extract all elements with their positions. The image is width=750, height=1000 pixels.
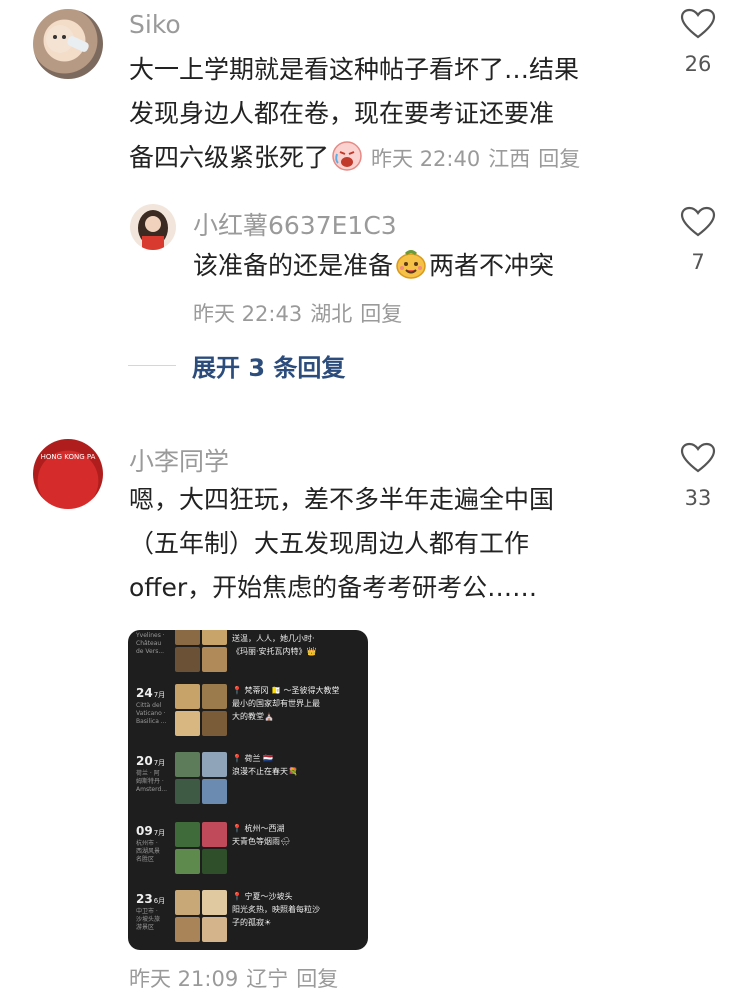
reply-text-part: 两者不冲突 <box>429 251 555 280</box>
timeline-date: 207月 <box>136 754 166 768</box>
timeline-entry: 247月 Città del Vaticano · Basilica ... 📍 梵… <box>128 682 368 748</box>
crying-emoji-icon <box>331 140 363 186</box>
comment-location: 辽宁 <box>246 967 289 991</box>
smiling-bun-emoji-icon <box>395 248 427 294</box>
timeline-entry: 236月 中卫市 · 沙坡头旅 游景区 📍 宁夏～沙坡头 阳光炙热，映照着每粒沙 子的孤… <box>128 888 368 950</box>
avatar[interactable] <box>130 204 176 250</box>
comment-time: 昨天 21:09 <box>129 967 239 991</box>
comment-meta: 昨天 22:40 江西 回复 <box>371 147 588 171</box>
comment-location: 江西 <box>488 147 531 171</box>
attached-image[interactable]: Yvelines · Château de Vers... 送温，人人，她几小时· 《… <box>128 630 368 950</box>
avatar[interactable]: HONG KONG PA <box>33 439 103 509</box>
like-button[interactable]: 33 <box>668 442 728 510</box>
timeline-place: Yvelines · Château de Vers... <box>136 632 165 655</box>
timeline-entry: 207月 荷兰 · 阿姆斯特丹 · Amsterd... 📍 荷兰 🇳🇱 浪漫不止在… <box>128 750 368 816</box>
timeline-date: 236月 <box>136 892 166 906</box>
comment-text-line: 发现身边人都在卷，现在要考证还要准 <box>129 99 555 128</box>
comment-text-line: （五年制）大五发现周边人都有工作 <box>129 529 530 558</box>
comment-meta: 昨天 21:09 辽宁 回复 <box>129 963 346 993</box>
reply-button[interactable]: 回复 <box>538 147 580 171</box>
reply-location: 湖北 <box>310 302 353 326</box>
heart-icon <box>680 8 716 39</box>
timeline-thumbnails <box>175 684 227 736</box>
timeline-date: 097月 <box>136 824 166 838</box>
comment-text: 大一上学期就是看这种帖子看坏了…结果 发现身边人都在卷，现在要考证还要准 备四六… <box>129 48 649 186</box>
comment-author[interactable]: 小李同学 <box>129 442 229 478</box>
reply-button[interactable]: 回复 <box>360 302 402 326</box>
timeline-thumbnails <box>175 752 227 804</box>
timeline-place: 荷兰 · 阿姆斯特丹 · Amsterd... <box>136 770 168 793</box>
comment-author[interactable]: Siko <box>129 10 181 39</box>
baby-photo-icon <box>46 25 89 53</box>
reply-author[interactable]: 小红薯6637E1C3 <box>193 206 397 242</box>
like-count: 33 <box>684 486 712 510</box>
comment-text-line-last: 备四六级紧张死了 昨天 22:40 江西 回复 <box>129 136 649 186</box>
reply-meta: 昨天 22:43 湖北 回复 <box>193 298 410 328</box>
reply-time: 昨天 22:43 <box>193 302 303 326</box>
comment-text-line: 嗯，大四狂玩，差不多半年走遍全中国 <box>129 485 555 514</box>
timeline-date: 247月 <box>136 686 166 700</box>
like-button[interactable]: 7 <box>668 206 728 274</box>
timeline-caption: 送温，人人，她几小时· 《玛丽·安托瓦内特》👑 <box>232 634 317 656</box>
heart-icon <box>680 206 716 237</box>
reply-button[interactable]: 回复 <box>296 967 338 991</box>
comment-time: 昨天 22:40 <box>371 147 481 171</box>
comment-text-line: 备四六级紧张死了 <box>129 143 330 172</box>
timeline-caption: 📍 杭州～西湖 天青色等烟雨🌧 <box>232 824 291 846</box>
comment-siko: Siko 大一上学期就是看这种帖子看坏了…结果 发现身边人都在卷，现在要考证还要… <box>0 0 750 200</box>
timeline-caption: 📍 梵蒂冈 🇻🇦 ～圣彼得大教堂 最小的国家却有世界上最 大的教堂⛪ <box>232 686 340 721</box>
expand-replies-label: 展开 3 条回复 <box>192 354 346 382</box>
like-count: 26 <box>684 52 712 76</box>
heart-icon <box>680 442 716 473</box>
comment-text-line: offer，开始焦虑的备考考研考公…… <box>129 573 538 602</box>
avatar-text: HONG KONG PA <box>40 453 96 461</box>
timeline-thumbnails <box>175 822 227 874</box>
expand-replies-button[interactable]: 展开 3 条回复 <box>128 348 345 383</box>
timeline-thumbnails <box>175 630 227 672</box>
like-count: 7 <box>691 250 705 274</box>
timeline-place: 中卫市 · 沙坡头旅 游景区 <box>136 908 161 931</box>
timeline-caption: 📍 荷兰 🇳🇱 浪漫不止在春天💐 <box>232 754 298 776</box>
comment-text: 嗯，大四狂玩，差不多半年走遍全中国 （五年制）大五发现周边人都有工作 offer… <box>129 478 649 610</box>
timeline-place: 杭州市 · 西湖风景 名胜区 <box>136 840 161 863</box>
reply-text: 该准备的还是准备 两者不冲突 <box>193 244 554 294</box>
timeline-entry: 097月 杭州市 · 西湖风景 名胜区 📍 杭州～西湖 天青色等烟雨🌧 <box>128 820 368 886</box>
comment-xiaoli: HONG KONG PA 小李同学 嗯，大四狂玩，差不多半年走遍全中国 （五年制… <box>0 430 750 1000</box>
reply-text-part: 该准备的还是准备 <box>193 251 394 280</box>
timeline-thumbnails <box>175 890 227 942</box>
divider <box>128 365 176 366</box>
comment-text-line: 大一上学期就是看这种帖子看坏了…结果 <box>129 55 580 84</box>
reply-xiaohongshu: 小红薯6637E1C3 该准备的还是准备 两者不冲突 昨天 22:43 湖北 回复 7 <box>0 200 750 340</box>
timeline-entry: Yvelines · Château de Vers... 送温，人人，她几小时· 《… <box>128 630 368 684</box>
timeline-caption: 📍 宁夏～沙坡头 阳光炙热，映照着每粒沙 子的孤寂☀ <box>232 892 320 927</box>
girl-photo-icon <box>138 210 168 250</box>
timeline-place: Città del Vaticano · Basilica ... <box>136 702 167 725</box>
like-button[interactable]: 26 <box>668 8 728 76</box>
avatar[interactable] <box>33 9 103 79</box>
